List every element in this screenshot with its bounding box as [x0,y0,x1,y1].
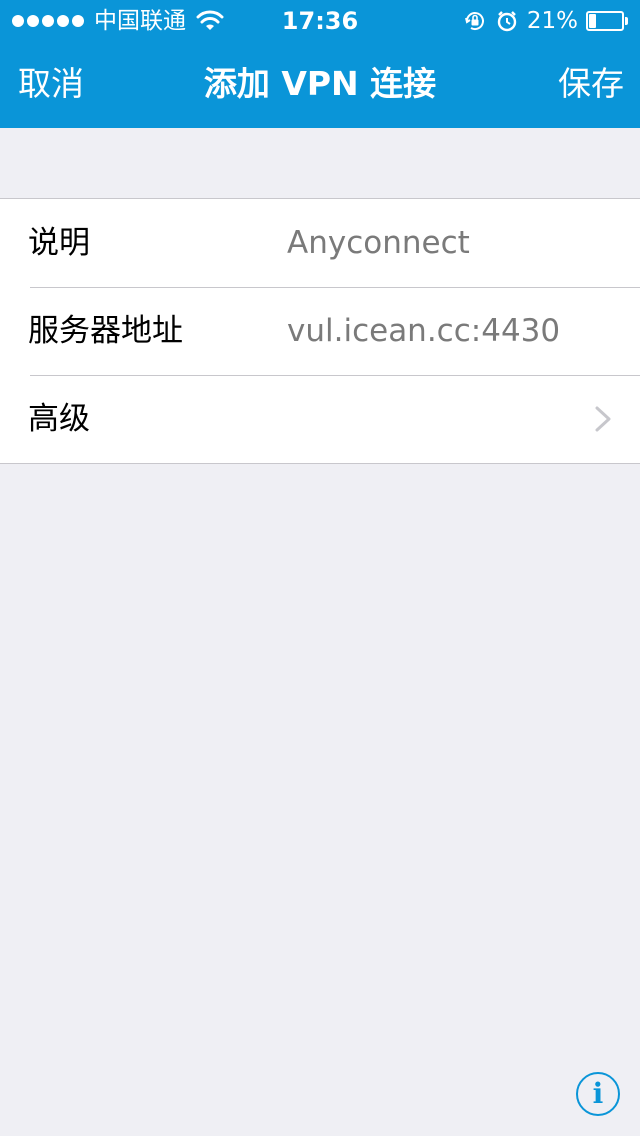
top-bar: 中国联通 17:36 21% 取消 添加 VPN 连接 保存 [0,0,640,128]
status-right: 21% [463,6,628,36]
save-button[interactable]: 保存 [558,40,624,128]
signal-dot [12,15,24,27]
description-label: 说明 [28,225,90,261]
carrier-name: 中国联通 [94,8,186,34]
description-input[interactable] [287,199,627,287]
server-address-label: 服务器地址 [28,313,183,349]
signal-dot [72,15,84,27]
battery-percentage: 21% [526,8,578,34]
info-button[interactable]: i [576,1072,620,1116]
advanced-label: 高级 [28,401,90,437]
battery-fill [589,14,596,28]
signal-dot [42,15,54,27]
server-address-row[interactable]: 服务器地址 [0,287,640,375]
signal-dot [27,15,39,27]
battery-icon [586,11,628,31]
cancel-button[interactable]: 取消 [18,40,84,128]
status-left: 中国联通 [12,6,224,36]
signal-strength-icon [12,15,84,27]
description-row[interactable]: 说明 [0,199,640,287]
page-title: 添加 VPN 连接 [203,64,437,103]
battery-cap [625,17,628,25]
alarm-icon [497,11,517,32]
vpn-form-group: 说明 服务器地址 高级 [0,198,640,464]
server-address-input[interactable] [287,287,627,375]
screen: 中国联通 17:36 21% 取消 添加 VPN 连接 保存 说明 Anycon… [0,0,640,1136]
chevron-right-icon [595,406,611,432]
status-bar: 中国联通 17:36 21% [0,0,640,40]
rotation-lock-icon [464,12,484,31]
wifi-icon [196,10,224,30]
signal-dot [57,15,69,27]
navigation-bar: 取消 添加 VPN 连接 保存 [0,40,640,128]
advanced-row[interactable]: 高级 [0,375,640,463]
